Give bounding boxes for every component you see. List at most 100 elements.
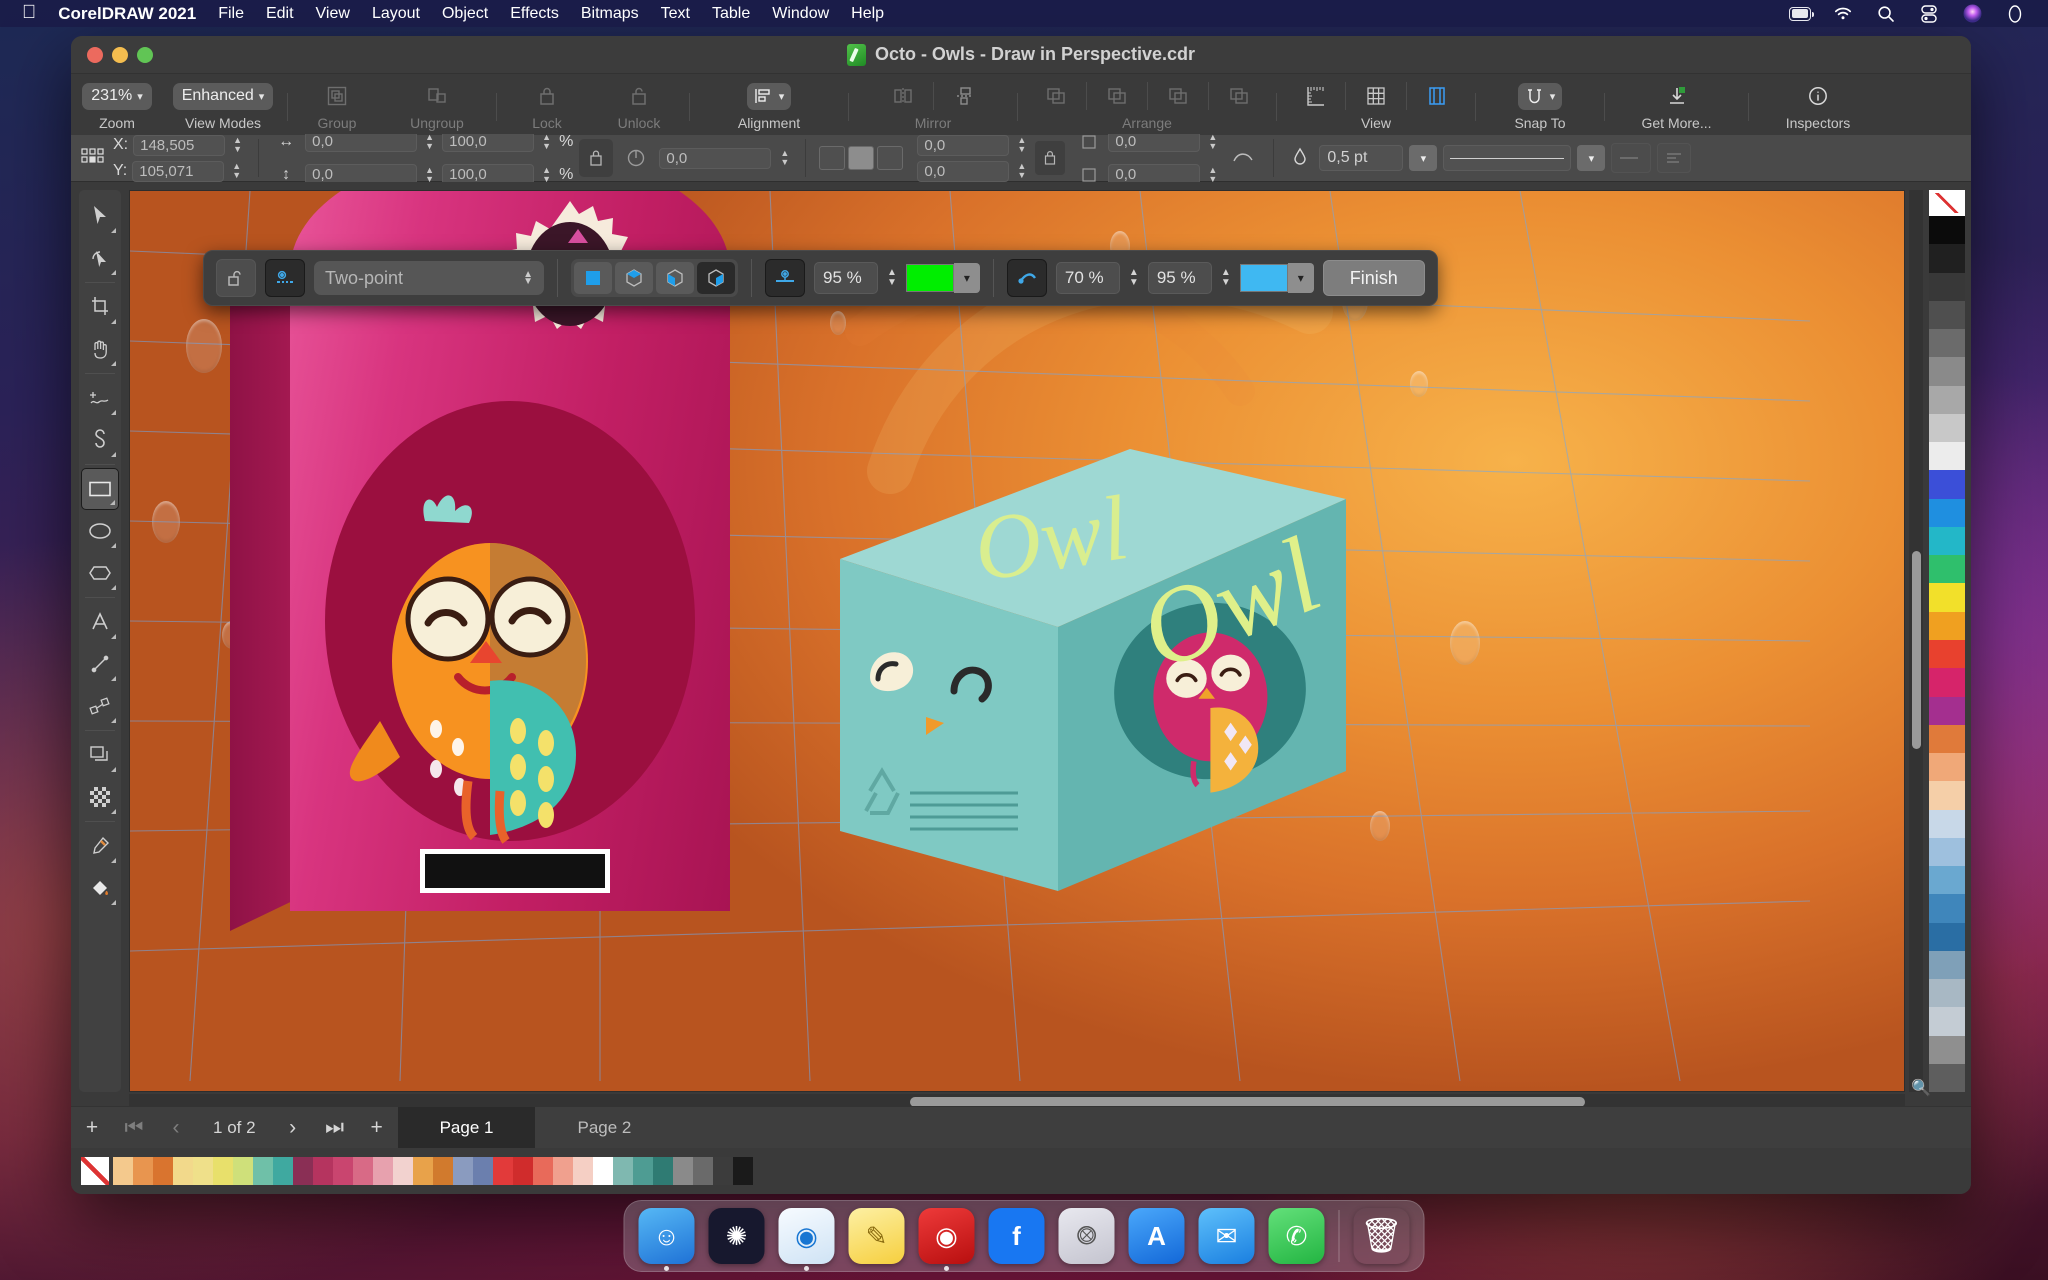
shade-stepper-1[interactable]: ▲ ▼ bbox=[1129, 268, 1139, 288]
color-swatch[interactable] bbox=[693, 1157, 713, 1185]
palette-swatch[interactable] bbox=[1929, 1063, 1965, 1093]
notes-icon[interactable]: ✎ bbox=[848, 1208, 905, 1264]
palette-swatch[interactable] bbox=[1929, 583, 1965, 612]
outline-none-button[interactable] bbox=[819, 146, 846, 170]
text-wrap-icon[interactable] bbox=[1226, 144, 1260, 172]
next-page-icon[interactable]: › bbox=[272, 1107, 314, 1149]
color-swatch[interactable] bbox=[153, 1157, 173, 1185]
add-page-right-button[interactable]: + bbox=[356, 1107, 398, 1149]
corner-input-1[interactable]: 0,0 bbox=[917, 134, 1010, 156]
text-tool[interactable] bbox=[81, 601, 119, 643]
palette-swatch[interactable] bbox=[1929, 753, 1965, 782]
palette-swatch[interactable] bbox=[1929, 498, 1965, 527]
x-input[interactable]: 148,505 bbox=[133, 134, 226, 156]
color-swatch[interactable] bbox=[113, 1157, 133, 1185]
plane-top-icon[interactable] bbox=[697, 262, 735, 294]
color-swatch[interactable] bbox=[193, 1157, 213, 1185]
width-input[interactable]: 0,0 bbox=[305, 131, 418, 152]
color-swatch[interactable] bbox=[493, 1157, 513, 1185]
transparency-tool[interactable] bbox=[81, 776, 119, 818]
palette-swatch[interactable] bbox=[1929, 724, 1965, 754]
alignment-dropdown[interactable]: ▾ bbox=[746, 82, 792, 110]
page-tab-2[interactable]: Page 2 bbox=[535, 1107, 673, 1149]
arrow-start-dropdown[interactable] bbox=[1611, 143, 1652, 173]
y-input[interactable]: 105,071 bbox=[132, 160, 225, 182]
color-swatch[interactable] bbox=[433, 1157, 453, 1185]
palette-swatch[interactable] bbox=[1929, 894, 1965, 923]
shade-input-2[interactable]: 95 % bbox=[1147, 262, 1212, 294]
color-swatch[interactable] bbox=[353, 1157, 373, 1185]
menu-app-name[interactable]: CorelDRAW 2021 bbox=[58, 4, 196, 24]
corner-stepper-2[interactable]: ▲ ▼ bbox=[1014, 162, 1029, 180]
menu-item-window[interactable]: Window bbox=[772, 5, 829, 23]
connector-tool[interactable] bbox=[81, 685, 119, 727]
grid-color-dropdown-icon[interactable]: ▾ bbox=[953, 263, 980, 293]
outline-width-dropdown[interactable]: ▾ bbox=[1409, 145, 1438, 171]
palette-swatch[interactable] bbox=[1929, 781, 1965, 810]
vertical-scrollbar[interactable] bbox=[1909, 190, 1923, 1092]
appstore-icon[interactable]: A bbox=[1128, 1208, 1185, 1264]
color-swatch[interactable] bbox=[733, 1157, 753, 1185]
palette-swatch[interactable] bbox=[1929, 639, 1965, 669]
color-swatch[interactable] bbox=[653, 1157, 673, 1185]
wrap-paragraph-dropdown[interactable] bbox=[1657, 143, 1692, 173]
menu-item-view[interactable]: View bbox=[316, 5, 350, 23]
show-perspective-plane-icon[interactable] bbox=[265, 259, 305, 297]
menu-item-edit[interactable]: Edit bbox=[266, 5, 294, 23]
search-icon[interactable] bbox=[1875, 3, 1897, 25]
unlock-perspective-icon[interactable] bbox=[216, 259, 256, 297]
group-icon[interactable] bbox=[311, 80, 363, 112]
color-swatch[interactable] bbox=[133, 1157, 153, 1185]
pick-tool[interactable] bbox=[81, 195, 119, 237]
color-swatch[interactable] bbox=[713, 1157, 733, 1185]
color-swatch[interactable] bbox=[473, 1157, 493, 1185]
apple-logo-icon[interactable]:  bbox=[22, 3, 36, 22]
scale-height-stepper[interactable]: ▲ ▼ bbox=[539, 165, 554, 184]
color-swatch[interactable] bbox=[513, 1157, 533, 1185]
color-swatch[interactable] bbox=[613, 1157, 633, 1185]
menu-item-file[interactable]: File bbox=[218, 5, 244, 23]
grid-opacity-stepper[interactable]: ▲ ▼ bbox=[887, 268, 897, 288]
palette-swatch[interactable] bbox=[1929, 866, 1965, 895]
palette-swatch[interactable] bbox=[1929, 244, 1965, 273]
info-inspector-icon[interactable] bbox=[1792, 80, 1844, 112]
outline-behind-button[interactable] bbox=[848, 146, 875, 170]
object-origin-grid-icon[interactable] bbox=[79, 144, 107, 172]
shade-color-swatch[interactable] bbox=[1239, 264, 1288, 292]
palette-swatch[interactable] bbox=[1929, 470, 1965, 499]
snap-to-dropdown[interactable]: ▾ bbox=[1517, 82, 1563, 110]
teal-owl-box[interactable]: Owl Owl bbox=[830, 441, 1350, 982]
color-swatch[interactable] bbox=[313, 1157, 333, 1185]
coreldraw-icon[interactable]: ◉ bbox=[918, 1208, 975, 1264]
unlock-icon[interactable] bbox=[613, 80, 665, 112]
shape-tool[interactable] bbox=[81, 237, 119, 279]
mirror-horizontal-icon[interactable] bbox=[877, 80, 929, 112]
color-swatch[interactable] bbox=[413, 1157, 433, 1185]
menu-item-object[interactable]: Object bbox=[442, 5, 488, 23]
pan-tool[interactable] bbox=[81, 328, 119, 370]
menu-item-bitmaps[interactable]: Bitmaps bbox=[581, 5, 639, 23]
color-swatch[interactable] bbox=[553, 1157, 573, 1185]
wifi-icon[interactable] bbox=[1832, 3, 1854, 25]
bottom-color-palette[interactable] bbox=[71, 1148, 1971, 1194]
palette-swatch[interactable] bbox=[1929, 357, 1965, 386]
shade-color-picker[interactable]: ▾ bbox=[1239, 263, 1314, 293]
palette-swatch[interactable] bbox=[1929, 611, 1965, 640]
no-color-swatch[interactable] bbox=[1929, 190, 1965, 216]
color-eyedropper-tool[interactable] bbox=[81, 825, 119, 867]
menu-item-text[interactable]: Text bbox=[661, 5, 690, 23]
battery-icon[interactable] bbox=[1789, 3, 1814, 25]
first-page-icon[interactable]: ⏮ bbox=[113, 1107, 155, 1149]
send-to-back-icon[interactable] bbox=[1213, 80, 1265, 112]
palette-swatch[interactable] bbox=[1929, 1035, 1965, 1064]
palette-swatch[interactable] bbox=[1929, 555, 1965, 584]
drawing-canvas[interactable]: Owl Owl bbox=[129, 190, 1905, 1092]
palette-swatch[interactable] bbox=[1929, 413, 1965, 443]
perspective-type-select[interactable]: Two-point ▲ ▼ bbox=[314, 261, 544, 295]
outline-front-button[interactable] bbox=[877, 146, 904, 170]
palette-swatch[interactable] bbox=[1929, 979, 1965, 1008]
color-swatch[interactable] bbox=[633, 1157, 653, 1185]
outline-width-input[interactable]: 0,5 pt bbox=[1319, 145, 1404, 171]
messages-icon[interactable]: ✆ bbox=[1268, 1208, 1325, 1264]
view-mode-dropdown[interactable]: Enhanced ▾ bbox=[172, 82, 274, 110]
